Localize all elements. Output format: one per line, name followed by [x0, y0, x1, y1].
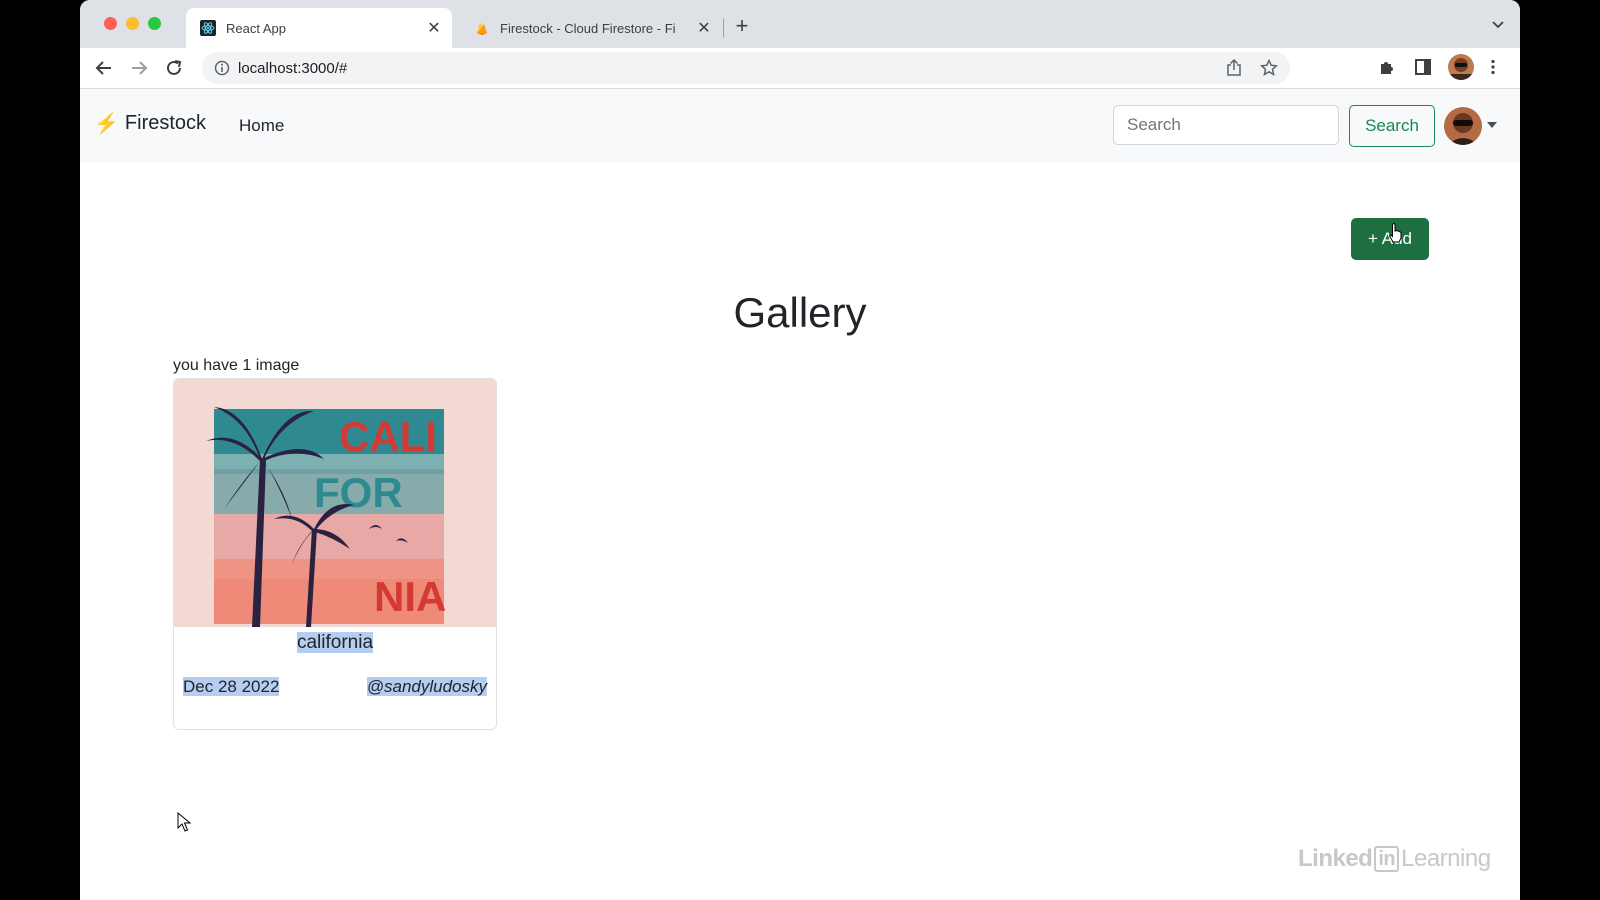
firebase-icon: [474, 20, 490, 36]
page-title: Gallery: [733, 289, 867, 336]
close-window-button[interactable]: [104, 17, 117, 30]
search-input[interactable]: [1113, 105, 1339, 145]
forward-icon[interactable]: [127, 56, 151, 80]
card-title-text: california: [296, 632, 374, 653]
info-icon[interactable]: [214, 60, 230, 81]
card-username: @sandyludosky: [366, 677, 487, 697]
user-avatar[interactable]: [1444, 107, 1482, 145]
watermark-learning: Learning: [1401, 845, 1491, 872]
linkedin-learning-watermark: Linked in Learning: [1298, 845, 1491, 873]
react-icon: [200, 20, 216, 36]
brand-name: Firestock: [124, 112, 207, 134]
hand-cursor-icon: [1388, 223, 1404, 248]
app-navbar: ⚡ Firestock Home Search: [80, 89, 1520, 163]
extensions-puzzle-icon[interactable]: [1378, 58, 1396, 81]
tab-title: Firestock - Cloud Firestore - Fi: [500, 20, 676, 36]
minimize-window-button[interactable]: [126, 17, 139, 30]
browser-menu-icon[interactable]: [1484, 58, 1502, 81]
brand-link[interactable]: ⚡ Firestock: [94, 111, 206, 136]
lightning-bolt-icon: ⚡: [94, 113, 119, 135]
nav-home-link[interactable]: Home: [239, 116, 284, 136]
reload-icon[interactable]: [162, 56, 186, 80]
tab-strip: React App ✕ Firestock - Cloud Firestore …: [80, 0, 1520, 48]
close-tab-icon[interactable]: ✕: [694, 18, 714, 38]
close-tab-icon[interactable]: ✕: [424, 18, 444, 38]
side-panel-icon[interactable]: [1414, 58, 1432, 81]
tab-title: React App: [226, 20, 286, 36]
image-count-text: you have 1 image: [173, 357, 300, 374]
watermark-in: in: [1374, 846, 1400, 872]
image-card[interactable]: CALI FOR NIA california Dec 28 2022 @san…: [173, 378, 497, 730]
mouse-pointer-icon: [177, 811, 192, 837]
url-text: localhost:3000/#: [238, 60, 348, 77]
tab-react-app[interactable]: React App ✕: [186, 8, 452, 48]
tab-firestock-console[interactable]: Firestock - Cloud Firestore - Fi ✕: [460, 8, 722, 48]
back-icon[interactable]: [92, 56, 116, 80]
maximize-window-button[interactable]: [148, 17, 161, 30]
browser-profile-avatar[interactable]: [1448, 54, 1474, 80]
card-image: CALI FOR NIA: [174, 379, 496, 627]
new-tab-button[interactable]: +: [730, 14, 754, 38]
card-username-text: @sandyludosky: [366, 677, 487, 696]
chevron-down-icon[interactable]: [1487, 122, 1497, 128]
share-icon[interactable]: [1226, 58, 1242, 82]
watermark-linked: Linked: [1298, 845, 1373, 872]
browser-toolbar: localhost:3000/#: [80, 48, 1520, 89]
card-image-text-for: FOR: [314, 469, 403, 516]
address-bar[interactable]: localhost:3000/#: [202, 52, 1290, 84]
card-date: Dec 28 2022: [183, 677, 280, 697]
page-content: ⚡ Firestock Home Search + Add Gallery yo…: [80, 89, 1520, 900]
card-title: california: [174, 632, 496, 654]
tab-search-chevron-icon[interactable]: [1492, 16, 1504, 32]
browser-window: React App ✕ Firestock - Cloud Firestore …: [80, 0, 1520, 900]
tab-separator: [723, 18, 724, 38]
search-button[interactable]: Search: [1349, 105, 1435, 147]
card-image-text-nia: NIA: [374, 573, 446, 620]
card-date-text: Dec 28 2022: [183, 677, 280, 696]
card-image-text-cali: CALI: [339, 413, 437, 460]
bookmark-star-icon[interactable]: [1259, 58, 1279, 82]
